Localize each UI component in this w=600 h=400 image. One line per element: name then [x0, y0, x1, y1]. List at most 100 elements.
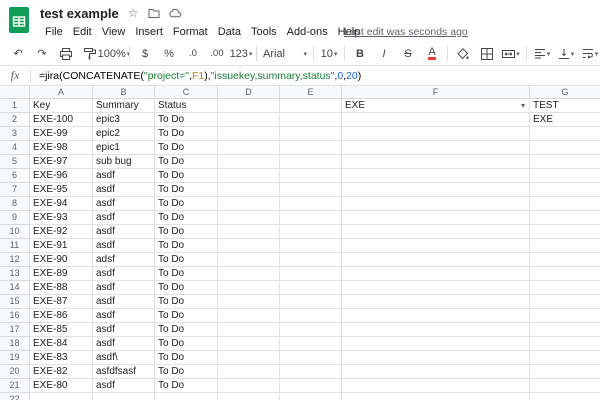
redo-button[interactable]: ↷	[30, 45, 54, 63]
cell-summary[interactable]: asdf	[93, 239, 155, 253]
cell-f[interactable]	[342, 267, 530, 281]
row-header[interactable]: 10	[0, 225, 30, 239]
cell-summary[interactable]: adsf	[93, 253, 155, 267]
cell-d[interactable]	[218, 323, 280, 337]
cell-status[interactable]: To Do	[155, 253, 218, 267]
row-header[interactable]: 4	[0, 141, 30, 155]
cell-key[interactable]: EXE-92	[30, 225, 93, 239]
cell-e[interactable]	[280, 309, 342, 323]
cell-f[interactable]	[342, 239, 530, 253]
cell-d[interactable]	[218, 365, 280, 379]
cell-summary[interactable]: asdf	[93, 183, 155, 197]
cell-f[interactable]	[342, 225, 530, 239]
row-header[interactable]: 18	[0, 337, 30, 351]
cell-d[interactable]	[218, 239, 280, 253]
menu-item[interactable]: Add-ons	[282, 25, 333, 39]
cell-e[interactable]	[280, 155, 342, 169]
cell-key[interactable]: EXE-100	[30, 113, 93, 127]
cell-summary[interactable]: asdf\	[93, 351, 155, 365]
cell-g[interactable]	[530, 211, 600, 225]
cell-status[interactable]: To Do	[155, 127, 218, 141]
cell-g[interactable]	[530, 295, 600, 309]
cell-e1[interactable]	[280, 99, 342, 113]
cell-summary[interactable]: epic2	[93, 127, 155, 141]
cell-d[interactable]	[218, 211, 280, 225]
column-header-f[interactable]: F	[342, 86, 530, 99]
cell-e[interactable]	[280, 127, 342, 141]
cell-status[interactable]: To Do	[155, 295, 218, 309]
cell-status[interactable]: To Do	[155, 267, 218, 281]
row-header[interactable]: 7	[0, 183, 30, 197]
cell-e[interactable]	[280, 113, 342, 127]
column-header-e[interactable]: E	[280, 86, 342, 99]
merge-cells-button[interactable]: ▾	[499, 45, 523, 63]
cell-g[interactable]	[530, 141, 600, 155]
cell-g[interactable]	[530, 253, 600, 267]
cell-summary[interactable]: asdf	[93, 225, 155, 239]
cell-f[interactable]	[342, 309, 530, 323]
cell-e[interactable]	[280, 169, 342, 183]
cell-f[interactable]	[342, 169, 530, 183]
cell-d[interactable]	[218, 127, 280, 141]
cell-summary[interactable]: asdf	[93, 309, 155, 323]
cell-c1[interactable]: Status	[155, 99, 218, 113]
borders-button[interactable]	[475, 45, 499, 63]
cell-g[interactable]: EXE	[530, 113, 600, 127]
cell-d[interactable]	[218, 281, 280, 295]
cell-g[interactable]	[530, 351, 600, 365]
cell-f[interactable]	[342, 281, 530, 295]
cell-g[interactable]	[530, 393, 600, 400]
cell-status[interactable]: To Do	[155, 183, 218, 197]
cell-e[interactable]	[280, 183, 342, 197]
row-header[interactable]: 17	[0, 323, 30, 337]
cell-key[interactable]: EXE-98	[30, 141, 93, 155]
format-currency-button[interactable]: $	[133, 45, 157, 63]
cell-d[interactable]	[218, 393, 280, 400]
cell-g[interactable]	[530, 337, 600, 351]
decrease-decimal-button[interactable]: .0	[181, 45, 205, 63]
cell-g[interactable]	[530, 183, 600, 197]
cell-key[interactable]: EXE-91	[30, 239, 93, 253]
cell-f1[interactable]: EXE ▾	[342, 99, 530, 113]
cell-e[interactable]	[280, 211, 342, 225]
cell-g[interactable]	[530, 127, 600, 141]
row-header[interactable]: 22	[0, 393, 30, 400]
row-header[interactable]: 5	[0, 155, 30, 169]
undo-button[interactable]: ↶	[6, 45, 30, 63]
text-wrap-button[interactable]: ▾	[578, 45, 600, 63]
row-header[interactable]: 3	[0, 127, 30, 141]
menu-item[interactable]: Data	[213, 25, 246, 39]
cell-d[interactable]	[218, 197, 280, 211]
cell-f[interactable]	[342, 141, 530, 155]
row-header[interactable]: 19	[0, 351, 30, 365]
cell-summary[interactable]: asdf	[93, 379, 155, 393]
cell-key[interactable]: EXE-87	[30, 295, 93, 309]
cell-key[interactable]: EXE-82	[30, 365, 93, 379]
cell-status[interactable]: To Do	[155, 197, 218, 211]
cell-e[interactable]	[280, 365, 342, 379]
row-header[interactable]: 20	[0, 365, 30, 379]
cell-summary[interactable]: asfdfsasf	[93, 365, 155, 379]
cell-f[interactable]	[342, 211, 530, 225]
cell-e[interactable]	[280, 379, 342, 393]
menu-item[interactable]: Insert	[130, 25, 168, 39]
cell-summary[interactable]: asdf	[93, 295, 155, 309]
cell-e[interactable]	[280, 323, 342, 337]
cell-key[interactable]: EXE-99	[30, 127, 93, 141]
cell-g[interactable]	[530, 155, 600, 169]
cell-key[interactable]: EXE-97	[30, 155, 93, 169]
font-size-select[interactable]: 10 ▾	[317, 45, 341, 63]
cell-d[interactable]	[218, 169, 280, 183]
cell-g[interactable]	[530, 267, 600, 281]
cell-d[interactable]	[218, 225, 280, 239]
cell-key[interactable]	[30, 393, 93, 400]
fill-color-button[interactable]	[451, 45, 475, 63]
row-header[interactable]: 1	[0, 99, 30, 113]
cell-e[interactable]	[280, 281, 342, 295]
cell-summary[interactable]: epic1	[93, 141, 155, 155]
cell-key[interactable]: EXE-89	[30, 267, 93, 281]
cell-d[interactable]	[218, 113, 280, 127]
sheets-logo-icon[interactable]	[8, 6, 30, 39]
cell-summary[interactable]: epic3	[93, 113, 155, 127]
cell-status[interactable]: To Do	[155, 239, 218, 253]
